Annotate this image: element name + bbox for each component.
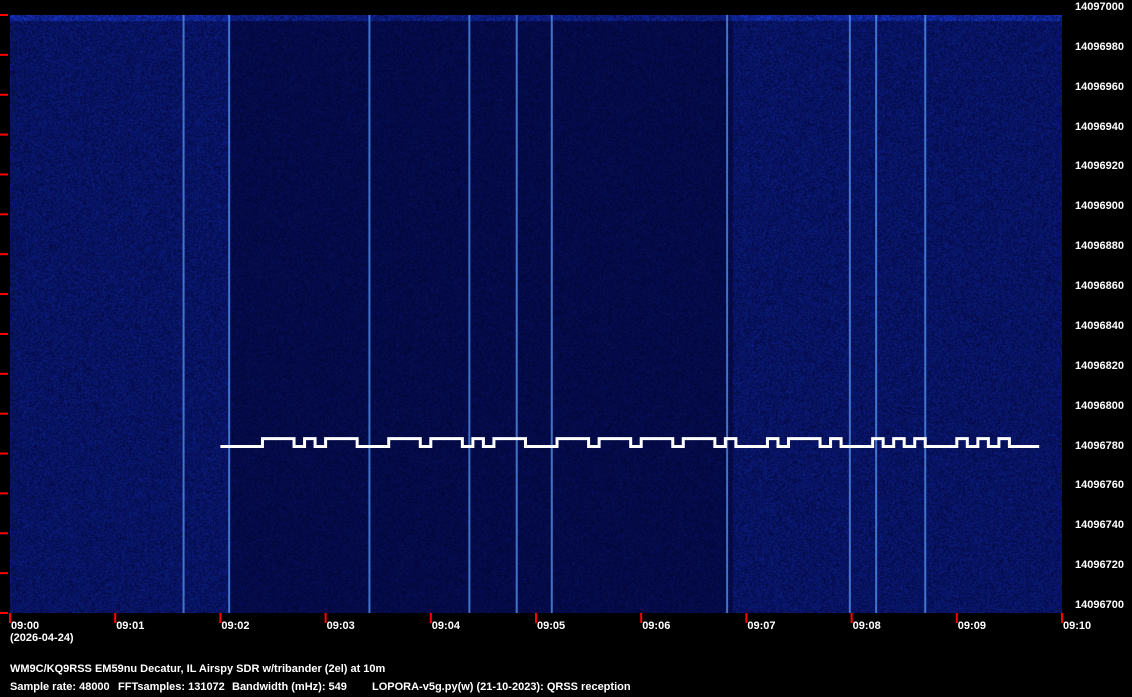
date-label: (2026-04-24) <box>10 632 74 644</box>
y-tick-label: 14096960 <box>1075 81 1124 93</box>
y-tick-label: 14096840 <box>1075 320 1124 332</box>
y-tick-label: 14096880 <box>1075 240 1124 252</box>
y-tick-label: 14096980 <box>1075 41 1124 53</box>
x-tick-label: 09:03 <box>327 620 355 632</box>
x-tick-label: 09:02 <box>221 620 249 632</box>
x-tick-label: 09:06 <box>642 620 670 632</box>
y-tick-label: 14096780 <box>1075 440 1124 452</box>
x-tick-label: 09:08 <box>853 620 881 632</box>
station-info: WM9C/KQ9RSS EM59nu Decatur, IL Airspy SD… <box>10 663 385 675</box>
y-tick-label: 14096700 <box>1075 599 1124 611</box>
chart-overlay <box>0 0 1132 697</box>
y-tick-label: 14096900 <box>1075 200 1124 212</box>
sample-rate: Sample rate: 48000 <box>10 681 110 693</box>
x-tick-label: 09:01 <box>116 620 144 632</box>
y-tick-label: 14096860 <box>1075 280 1124 292</box>
x-tick-label: 09:09 <box>958 620 986 632</box>
y-tick-label: 14096940 <box>1075 121 1124 133</box>
fft-samples: FFTsamples: 131072 <box>118 681 225 693</box>
x-tick-label: 09:00 <box>11 620 39 632</box>
x-tick-label: 09:04 <box>432 620 460 632</box>
y-tick-label: 14096920 <box>1075 160 1124 172</box>
y-tick-label: 14096760 <box>1075 479 1124 491</box>
fsk-signal-trace <box>220 439 1039 447</box>
y-tick-label: 14096720 <box>1075 559 1124 571</box>
y-tick-label: 14096820 <box>1075 360 1124 372</box>
software-info: LOPORA-v5g.py(w) (21-10-2023): QRSS rece… <box>372 681 631 693</box>
x-tick-label: 09:07 <box>747 620 775 632</box>
y-tick-label: 14096800 <box>1075 400 1124 412</box>
bandwidth: Bandwidth (mHz): 549 <box>232 681 347 693</box>
x-tick-label: 09:10 <box>1063 620 1091 632</box>
qrss-grabber: 14097000 14096980 14096960 14096940 14096920… <box>0 0 1132 697</box>
x-tick-label: 09:05 <box>537 620 565 632</box>
y-tick-label: 14097000 <box>1075 1 1124 13</box>
y-tick-label: 14096740 <box>1075 519 1124 531</box>
